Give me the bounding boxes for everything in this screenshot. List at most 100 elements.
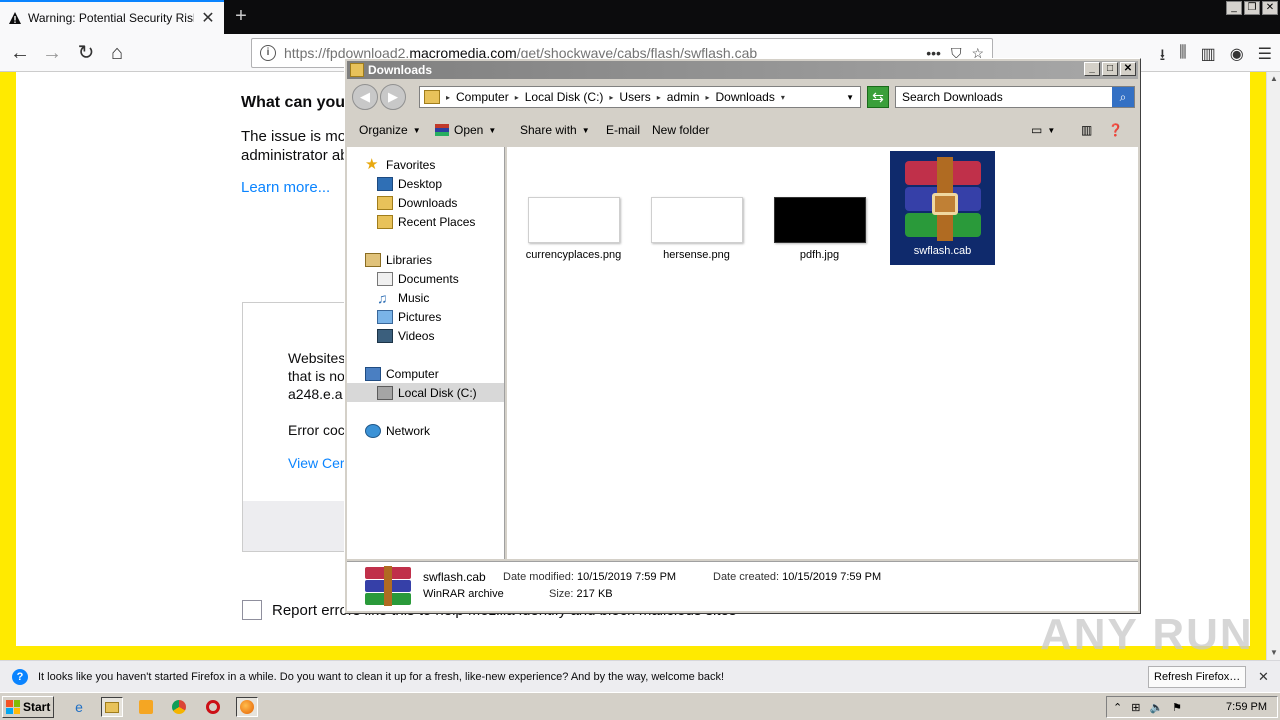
nav-favorites[interactable]: ★ Favorites: [365, 155, 435, 174]
share-with-button[interactable]: Share with ▼: [520, 123, 590, 137]
network-tray-icon[interactable]: ⊞: [1131, 701, 1140, 714]
warning-icon: [8, 11, 22, 25]
change-view-icon[interactable]: ▭ ▼: [1031, 123, 1055, 137]
nav-downloads[interactable]: Downloads: [377, 193, 457, 212]
explorer-forward-icon[interactable]: ▶: [380, 84, 406, 110]
nav-recent-places[interactable]: Recent Places: [377, 212, 475, 231]
nav-computer[interactable]: Computer: [365, 364, 439, 383]
close-tab-icon[interactable]: ✕: [200, 8, 216, 28]
address-dropdown-icon[interactable]: ▼: [846, 93, 854, 102]
clock[interactable]: 7:59 PM: [1226, 701, 1277, 713]
address-bar[interactable]: ▸ Computer ▸ Local Disk (C:) ▸ Users ▸ admi…: [419, 86, 861, 108]
learn-more-link[interactable]: Learn more...: [241, 179, 330, 196]
close-button[interactable]: ✕: [1262, 1, 1278, 15]
videos-icon: [377, 328, 393, 343]
taskbar: Start e ⌃ ⊞ 🔈 ⚑ 7:59 PM: [0, 692, 1280, 720]
new-folder-button[interactable]: New folder: [652, 123, 709, 137]
reload-icon[interactable]: ↻: [74, 42, 98, 66]
forward-arrow-icon[interactable]: →: [40, 42, 64, 66]
explorer-back-icon[interactable]: ◀: [352, 84, 378, 110]
explorer-toolbar: Organize ▼ Open ▼ Share with ▼ E-mail New f…: [347, 115, 1138, 145]
explorer-maximize-button[interactable]: □: [1102, 62, 1118, 76]
nav-libraries[interactable]: Libraries: [365, 250, 432, 269]
window-controls: _ ❐ ✕: [1224, 0, 1280, 16]
libraries-icon: [365, 252, 381, 267]
firefox-icon[interactable]: [236, 697, 258, 717]
windows-logo-icon: [6, 700, 20, 714]
action-center-flag-icon[interactable]: ⚑: [1172, 701, 1182, 714]
volume-icon[interactable]: 🔈: [1149, 701, 1163, 714]
tab-title: Warning: Potential Security Risk Ah: [28, 11, 194, 25]
image-thumbnail: [527, 197, 620, 243]
search-icon[interactable]: ⌕: [1112, 87, 1134, 107]
menu-icon[interactable]: ☰: [1258, 44, 1272, 71]
explorer-close-button[interactable]: ✕: [1120, 62, 1136, 76]
library-icon[interactable]: ⫼: [1179, 44, 1186, 71]
refresh-firefox-button[interactable]: Refresh Firefox…: [1148, 666, 1247, 688]
media-player-icon[interactable]: [135, 697, 157, 717]
open-with-icon: [435, 124, 449, 136]
explorer-taskbar-icon[interactable]: [101, 697, 123, 717]
nav-documents[interactable]: Documents: [377, 269, 459, 288]
browser-tab[interactable]: Warning: Potential Security Risk Ah ✕: [0, 0, 224, 34]
breadcrumb-downloads[interactable]: Downloads: [715, 90, 774, 104]
breadcrumb-local-disk[interactable]: Local Disk (C:): [525, 90, 604, 104]
refresh-icon[interactable]: ⇆: [867, 86, 889, 108]
file-item[interactable]: pdfh.jpg: [767, 151, 872, 265]
file-name: swflash.cab: [913, 245, 972, 257]
nav-videos[interactable]: Videos: [377, 326, 434, 345]
restore-button[interactable]: ❐: [1244, 1, 1260, 15]
advanced-text-2: that is no: [288, 368, 345, 384]
watermark-logo: ANY RUN: [1040, 610, 1254, 659]
explorer-title-bar[interactable]: Downloads _ □ ✕: [347, 61, 1138, 79]
report-errors-checkbox[interactable]: [242, 600, 262, 620]
internet-explorer-icon[interactable]: e: [68, 697, 90, 717]
system-tray: ⌃ ⊞ 🔈 ⚑ 7:59 PM: [1106, 696, 1278, 718]
open-button[interactable]: Open ▼: [435, 123, 496, 137]
network-icon: [365, 423, 381, 438]
show-hidden-icons-icon[interactable]: ⌃: [1113, 701, 1122, 714]
scroll-down-arrow-icon[interactable]: ▼: [1267, 646, 1280, 660]
home-icon[interactable]: ⌂: [105, 42, 129, 66]
chrome-icon[interactable]: [168, 697, 190, 717]
file-item[interactable]: currencyplaces.png: [521, 151, 626, 265]
help-icon[interactable]: ❓: [1108, 123, 1123, 137]
minimize-button[interactable]: _: [1226, 1, 1242, 15]
account-icon[interactable]: ◉: [1230, 44, 1244, 71]
breadcrumb-admin[interactable]: admin: [667, 90, 700, 104]
opera-icon[interactable]: [202, 697, 224, 717]
question-icon: ?: [12, 668, 28, 685]
sidebar-icon[interactable]: ▥: [1201, 44, 1216, 71]
winrar-archive-icon: [365, 566, 411, 606]
folder-icon: [350, 63, 364, 77]
explorer-address-row: ◀ ▶ ▸ Computer ▸ Local Disk (C:) ▸ Users ▸ …: [347, 81, 1138, 113]
view-certificate-link[interactable]: View Cer: [288, 454, 345, 472]
email-button[interactable]: E-mail: [606, 123, 640, 137]
close-notification-icon[interactable]: ✕: [1258, 669, 1269, 685]
file-item-selected[interactable]: swflash.cab: [890, 151, 995, 265]
explorer-minimize-button[interactable]: _: [1084, 62, 1100, 76]
nav-music[interactable]: ♫ Music: [377, 288, 429, 307]
breadcrumb-computer[interactable]: Computer: [456, 90, 509, 104]
site-info-icon[interactable]: i: [260, 45, 276, 61]
detail-file-name: swflash.cab: [423, 570, 486, 584]
nav-desktop[interactable]: Desktop: [377, 174, 442, 193]
downloads-icon[interactable]: ⭳: [1160, 44, 1166, 71]
nav-network[interactable]: Network: [365, 421, 430, 440]
search-input[interactable]: Search Downloads ⌕: [895, 86, 1135, 108]
start-button[interactable]: Start: [2, 696, 54, 718]
file-item[interactable]: hersense.png: [644, 151, 749, 265]
image-thumbnail: [773, 197, 866, 243]
breadcrumb-users[interactable]: Users: [619, 90, 650, 104]
new-tab-button[interactable]: +: [230, 5, 252, 27]
downloads-folder-icon: [377, 195, 393, 210]
nav-pictures[interactable]: Pictures: [377, 307, 441, 326]
back-arrow-icon[interactable]: ←: [8, 42, 32, 66]
page-scrollbar[interactable]: ▲ ▼: [1266, 72, 1280, 660]
nav-local-disk[interactable]: Local Disk (C:): [347, 383, 504, 402]
organize-button[interactable]: Organize ▼: [359, 123, 421, 137]
preview-pane-icon[interactable]: ▥: [1081, 123, 1092, 137]
scroll-up-arrow-icon[interactable]: ▲: [1267, 72, 1280, 86]
pictures-icon: [377, 309, 393, 324]
browser-tab-bar: Warning: Potential Security Risk Ah ✕ + …: [0, 0, 1280, 34]
